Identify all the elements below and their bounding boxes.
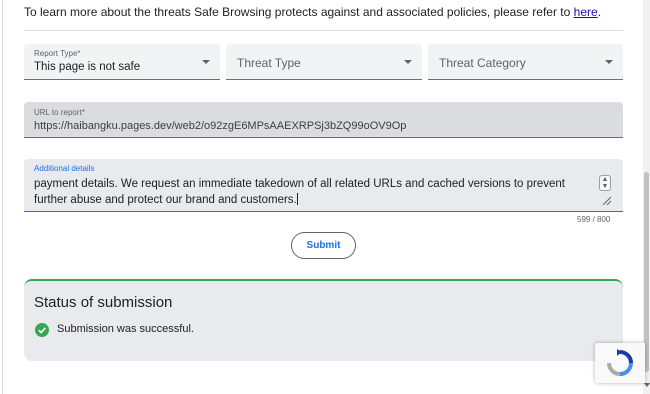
scroll-down-arrow-icon[interactable] [644, 383, 650, 387]
scrollbar-thumb[interactable] [644, 172, 649, 372]
threat-category-placeholder: Threat Category [439, 56, 526, 70]
submit-button[interactable]: Submit [291, 232, 356, 259]
url-field-label: URL to report* [34, 108, 85, 117]
caret-down-icon [404, 60, 412, 64]
scroll-spinner-icon[interactable]: ▲ ▼ [599, 175, 611, 191]
left-border [2, 0, 3, 394]
report-type-select[interactable]: Report Type* This page is not safe [24, 44, 220, 80]
status-message: Submission was successful. [57, 323, 194, 335]
report-type-label: Report Type* [34, 49, 81, 58]
caret-down-icon [605, 60, 613, 64]
url-field-value: https://haibangku.pages.dev/web2/o92zgE6… [34, 120, 407, 132]
additional-details-text: payment details. We request an immediate… [34, 176, 594, 208]
status-card: Status of submission Submission was succ… [24, 279, 623, 361]
additional-details-textarea[interactable]: Additional details payment details. We r… [24, 159, 623, 212]
recaptcha-badge[interactable] [595, 343, 645, 383]
threat-type-placeholder: Threat Type [237, 56, 301, 70]
recaptcha-logo-icon [607, 349, 633, 376]
report-form-page: To learn more about the threats Safe Bro… [0, 0, 643, 394]
text-caret [296, 193, 298, 205]
intro-suffix: . [597, 5, 602, 19]
character-counter: 599 / 800 [577, 215, 611, 224]
here-link[interactable]: here [574, 5, 598, 19]
url-to-report-field[interactable]: URL to report* https://haibangku.pages.d… [24, 102, 623, 138]
additional-details-label: Additional details [34, 164, 95, 173]
threat-category-select[interactable]: Threat Category [428, 44, 623, 80]
check-circle-icon [35, 323, 49, 337]
status-title: Status of submission [34, 294, 173, 311]
report-type-value: This page is not safe [34, 61, 141, 73]
resize-grip-icon[interactable] [601, 195, 611, 205]
intro-text: To learn more about the threats Safe Bro… [24, 5, 601, 19]
divider [24, 30, 623, 31]
additional-details-value: payment details. We request an immediate… [34, 178, 565, 206]
intro-sentence: To learn more about the threats Safe Bro… [24, 5, 574, 19]
threat-type-select[interactable]: Threat Type [226, 44, 422, 80]
caret-down-icon [202, 60, 210, 64]
